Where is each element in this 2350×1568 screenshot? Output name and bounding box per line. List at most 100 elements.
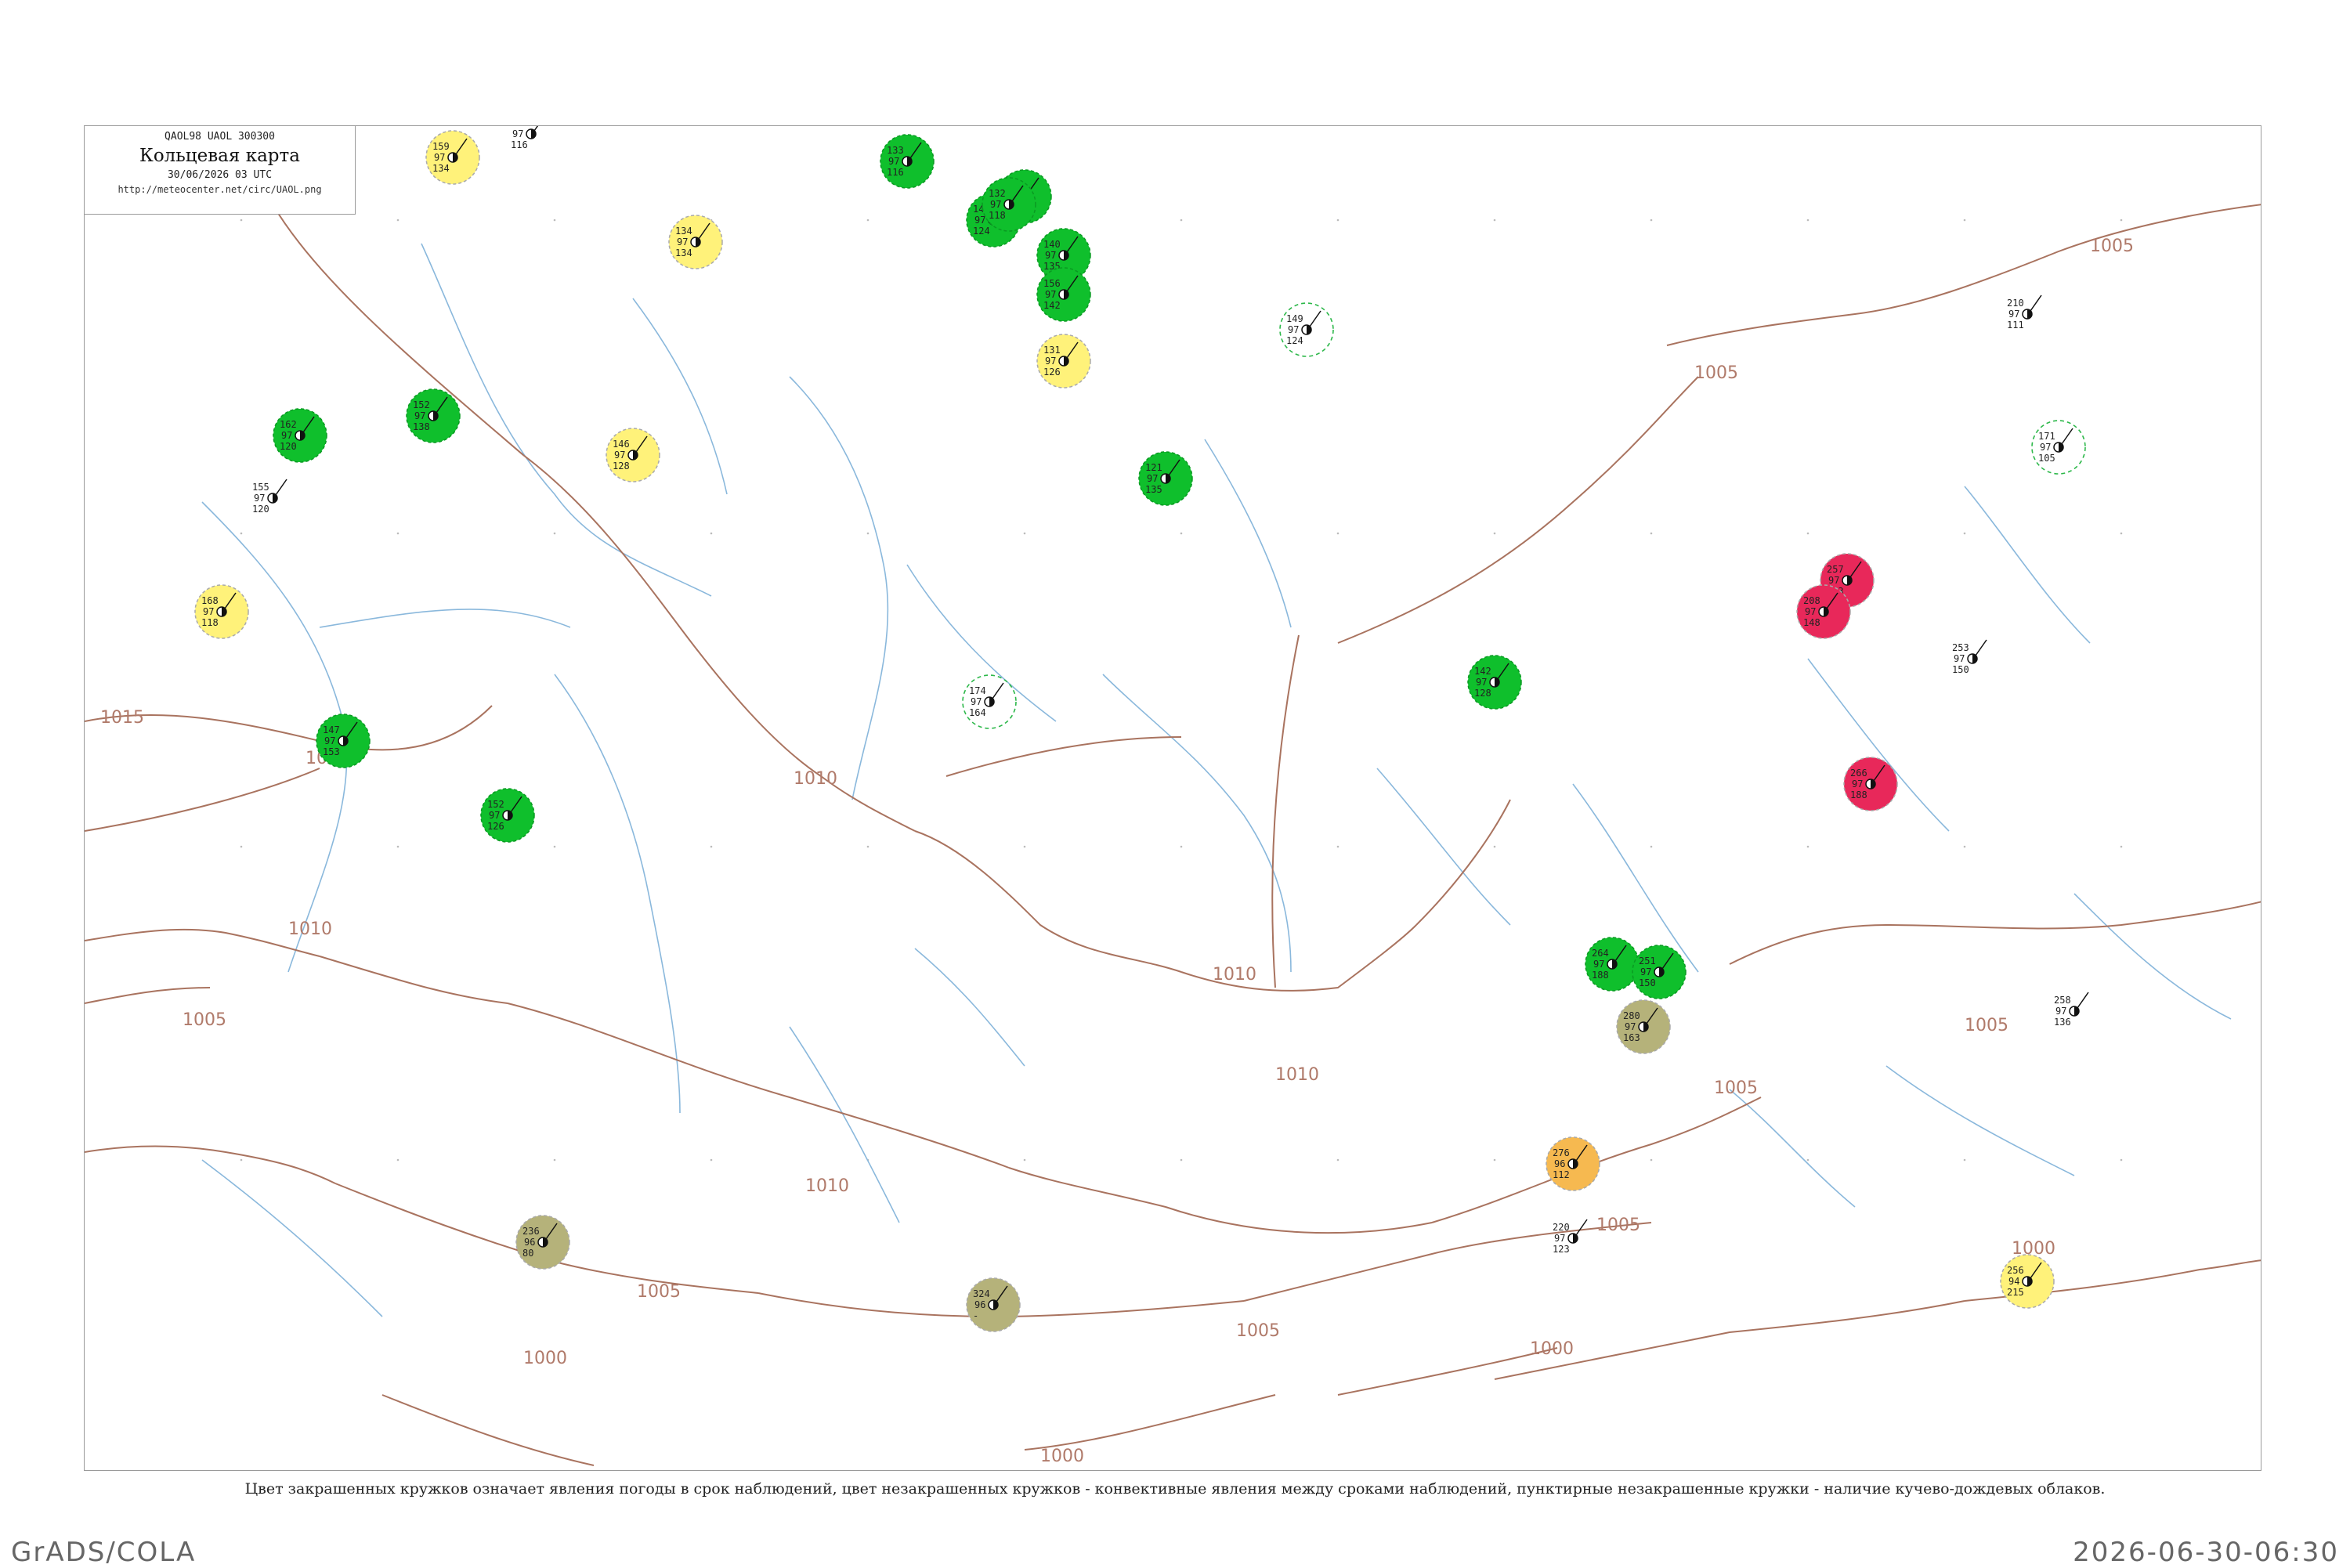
wind-barb bbox=[2061, 428, 2073, 445]
station-temperature: 276 bbox=[1553, 1147, 1570, 1158]
weather-station[interactable]: 21097111 bbox=[2007, 294, 2042, 331]
map-caption: Цвет закрашенных кружков означает явлени… bbox=[244, 1480, 2106, 1498]
weather-station[interactable]: 26697188 bbox=[1843, 757, 1898, 811]
station-temperature: 171 bbox=[2038, 431, 2055, 442]
station-pressure: 97 bbox=[1147, 473, 1158, 484]
station-dewpoint: 134 bbox=[675, 247, 692, 258]
station-temperature: 220 bbox=[1553, 1222, 1570, 1233]
station-temperature: 147 bbox=[323, 724, 340, 735]
station-pressure: 97 bbox=[2008, 309, 2019, 320]
weather-station[interactable]: 14797153 bbox=[316, 714, 371, 768]
source-url[interactable]: http://meteocenter.net/circ/UAOL.png bbox=[85, 184, 355, 195]
station-dewpoint: 128 bbox=[613, 461, 630, 471]
weather-station[interactable]: 2369680 bbox=[515, 1215, 570, 1270]
station-dewpoint: 148 bbox=[1803, 617, 1820, 628]
weather-station[interactable]: 15297126 bbox=[480, 788, 535, 843]
weather-station[interactable]: 25397150 bbox=[1952, 639, 1987, 675]
weather-station[interactable]: 15297138 bbox=[406, 388, 461, 443]
station-pressure: 97 bbox=[203, 606, 214, 617]
weather-station[interactable]: 13297118 bbox=[982, 177, 1036, 232]
station-pressure: 97 bbox=[2055, 1006, 2066, 1017]
weather-station[interactable]: 20897148 bbox=[1796, 584, 1851, 639]
station-temperature: 264 bbox=[1592, 948, 1609, 959]
isobar-label: 1000 bbox=[1530, 1339, 1574, 1359]
bulletin-code: QAOL98 UAOL 300300 bbox=[164, 131, 275, 143]
weather-station[interactable]: 25897136 bbox=[2054, 992, 2089, 1028]
observation-time: 30/06/2026 03 UTC bbox=[167, 169, 273, 181]
footer-software: GrADS/COLA bbox=[11, 1537, 197, 1568]
station-temperature: 146 bbox=[613, 439, 630, 450]
station-temperature: 257 bbox=[1827, 564, 1844, 575]
station-dewpoint: 118 bbox=[201, 617, 219, 628]
weather-station[interactable]: 22097123 bbox=[1553, 1219, 1588, 1255]
station-temperature: 156 bbox=[1043, 278, 1061, 289]
station-pressure: 97 bbox=[614, 450, 625, 461]
isobar-label: 1000 bbox=[523, 1349, 567, 1368]
station-dewpoint: 128 bbox=[1474, 688, 1491, 699]
station-dewpoint: 80 bbox=[522, 1248, 533, 1259]
station-dewpoint: 163 bbox=[1623, 1032, 1640, 1043]
station-temperature: 132 bbox=[989, 188, 1006, 199]
station-dewpoint: 105 bbox=[2038, 453, 2055, 464]
station-pressure: 97 bbox=[1805, 606, 1816, 617]
station-pressure: 97 bbox=[1828, 575, 1839, 586]
station-temperature: 162 bbox=[280, 419, 297, 430]
station-temperature: 251 bbox=[1639, 956, 1656, 966]
isobar-label: 1005 bbox=[1596, 1216, 1640, 1235]
isobar-label: 1005 bbox=[2090, 237, 2134, 256]
map-frame: 1015 1015 1010 1010 1010 1010 1010 1005 … bbox=[84, 125, 2261, 1471]
weather-station[interactable]: 13197126 bbox=[1036, 334, 1091, 388]
weather-station[interactable]: 17197105 bbox=[2031, 420, 2086, 475]
station-dewpoint: 124 bbox=[973, 226, 990, 237]
station-dewpoint: 136 bbox=[2054, 1017, 2071, 1028]
weather-station[interactable]: 32496- bbox=[966, 1277, 1021, 1332]
isobar-label: 1010 bbox=[288, 919, 332, 939]
station-temperature: 152 bbox=[413, 399, 430, 410]
weather-station[interactable]: 14297128 bbox=[1467, 655, 1522, 710]
weather-station[interactable]: 16297120 bbox=[273, 408, 327, 463]
weather-station[interactable]: 15997134 bbox=[425, 130, 480, 185]
station-temperature: 155 bbox=[252, 482, 269, 493]
station-dewpoint: 150 bbox=[1952, 664, 1969, 675]
weather-station[interactable]: 13397116 bbox=[880, 134, 935, 189]
station-dewpoint: 188 bbox=[1592, 970, 1609, 981]
weather-station[interactable]: 15697142 bbox=[1036, 267, 1091, 322]
station-pressure: 97 bbox=[1640, 966, 1651, 977]
station-dewpoint: 126 bbox=[1043, 367, 1061, 378]
station-temperature: 159 bbox=[432, 141, 450, 152]
weather-station[interactable]: 17697116 bbox=[511, 126, 545, 150]
weather-station[interactable]: 14697128 bbox=[606, 428, 660, 482]
wind-barb bbox=[992, 682, 1004, 699]
station-temperature: 131 bbox=[1043, 345, 1061, 356]
isobar-label: 1010 bbox=[805, 1176, 849, 1196]
isobar-label: 1000 bbox=[1040, 1447, 1084, 1466]
station-pressure: 97 bbox=[1288, 324, 1299, 335]
isobar-label: 1005 bbox=[183, 1010, 226, 1030]
station-dewpoint: 116 bbox=[511, 139, 528, 150]
weather-station[interactable]: 25694215 bbox=[2000, 1254, 2055, 1309]
weather-station[interactable]: 12197135 bbox=[1138, 451, 1193, 506]
station-pressure: 97 bbox=[281, 430, 292, 441]
weather-station[interactable]: 28097163 bbox=[1616, 999, 1671, 1054]
station-pressure: 97 bbox=[1045, 289, 1056, 300]
grid-dots bbox=[240, 219, 2123, 1162]
station-pressure: 97 bbox=[512, 128, 523, 139]
weather-station[interactable]: 14997124 bbox=[1279, 302, 1334, 357]
station-temperature: 236 bbox=[522, 1226, 540, 1237]
legend-box: QAOL98 UAOL 300300 Кольцевая карта 30/06… bbox=[85, 126, 356, 215]
station-dewpoint: 123 bbox=[1553, 1244, 1570, 1255]
weather-station[interactable]: 27696112 bbox=[1546, 1136, 1600, 1191]
wind-barb bbox=[2077, 992, 2089, 1009]
station-pressure: 94 bbox=[2008, 1276, 2019, 1287]
station-dewpoint: 150 bbox=[1639, 977, 1656, 988]
weather-station[interactable]: 16897118 bbox=[194, 584, 249, 639]
weather-station[interactable]: 15597120 bbox=[252, 479, 287, 515]
isobar-label: 1010 bbox=[794, 769, 837, 789]
station-dewpoint: 153 bbox=[323, 746, 340, 757]
weather-station[interactable]: 25197150 bbox=[1632, 945, 1687, 999]
isobar-label: 1005 bbox=[1694, 363, 1738, 383]
weather-station[interactable]: 13497134 bbox=[668, 215, 723, 269]
weather-station[interactable]: 26497188 bbox=[1585, 937, 1640, 992]
station-pressure: 97 bbox=[1954, 653, 1965, 664]
station-pressure: 97 bbox=[2040, 442, 2051, 453]
